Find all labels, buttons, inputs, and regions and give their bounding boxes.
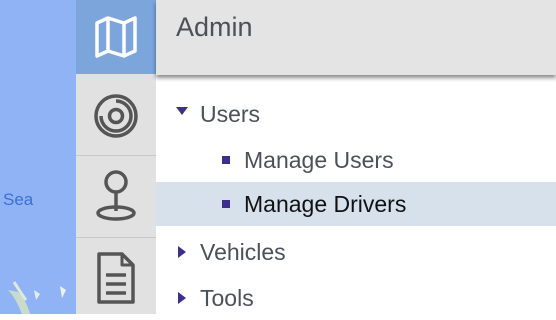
tree-item-label: Manage Drivers xyxy=(244,190,407,217)
documents-nav-button[interactable] xyxy=(76,238,156,318)
tree-item-tools[interactable]: Tools xyxy=(156,276,556,320)
map-water-label: Sea xyxy=(3,190,34,209)
location-nav-button[interactable] xyxy=(76,156,156,238)
radar-nav-button[interactable] xyxy=(76,76,156,156)
admin-panel: Admin Users Manage Users Manage Drivers … xyxy=(156,0,556,314)
collapsed-triangle-icon[interactable] xyxy=(178,292,186,304)
tree-item-users[interactable]: Users xyxy=(156,92,556,136)
map-land-feature xyxy=(8,281,66,314)
nav-rail xyxy=(76,0,156,314)
bullet-icon xyxy=(222,200,230,208)
tree-item-vehicles[interactable]: Vehicles xyxy=(156,230,556,274)
location-pin-icon xyxy=(96,169,136,221)
tree-item-label: Vehicles xyxy=(200,238,286,265)
page-title: Admin xyxy=(176,12,253,42)
bullet-icon xyxy=(222,156,230,164)
document-icon xyxy=(97,252,135,304)
panel-header: Admin xyxy=(156,0,556,75)
tree-item-label: Users xyxy=(200,100,261,127)
tree-item-label: Tools xyxy=(200,284,254,311)
map-view[interactable]: Sea xyxy=(0,0,76,314)
map-nav-button[interactable] xyxy=(76,0,156,74)
target-icon xyxy=(94,93,138,138)
tree-item-manage-users[interactable]: Manage Users xyxy=(156,138,556,182)
tree-item-manage-drivers[interactable]: Manage Drivers xyxy=(156,182,556,226)
collapsed-triangle-icon[interactable] xyxy=(178,246,186,258)
expanded-triangle-icon[interactable] xyxy=(176,107,188,115)
map-icon xyxy=(95,16,137,58)
tree-item-label: Manage Users xyxy=(244,146,394,173)
